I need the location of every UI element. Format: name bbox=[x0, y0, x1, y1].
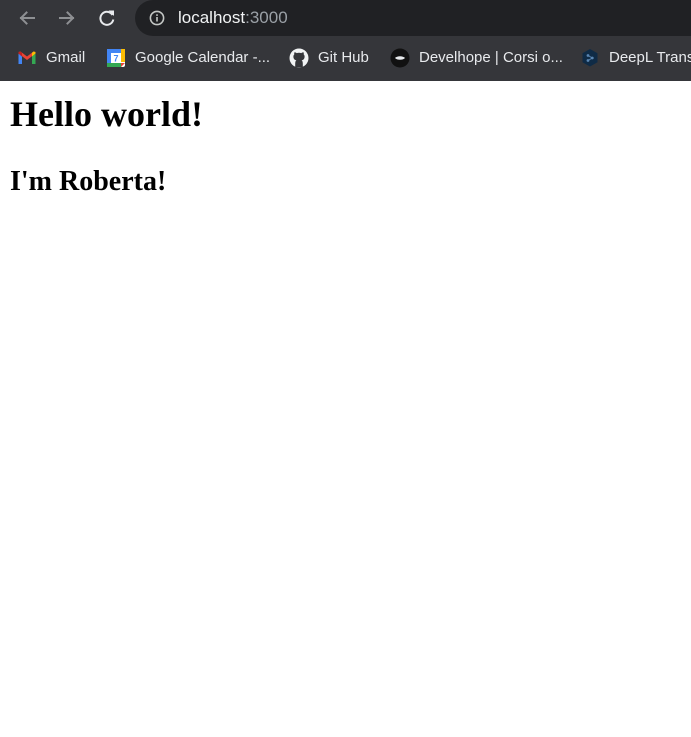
bookmark-label: DeepL Trans bbox=[609, 49, 691, 66]
develhope-icon bbox=[390, 48, 410, 68]
bookmarks-bar: Gmail 7 Google Calendar -... Git Hub Dev… bbox=[0, 36, 691, 81]
bookmark-deepl[interactable]: DeepL Trans bbox=[580, 47, 691, 69]
browser-chrome: localhost:3000 Gmail 7 Google Calendar -… bbox=[0, 0, 691, 81]
bookmark-github[interactable]: Git Hub bbox=[289, 47, 369, 69]
bookmark-gmail[interactable]: Gmail bbox=[17, 47, 85, 69]
reload-button[interactable] bbox=[93, 4, 121, 32]
gmail-icon bbox=[17, 48, 37, 68]
deepl-icon bbox=[580, 48, 600, 68]
bookmark-label: Develhope | Corsi o... bbox=[419, 49, 563, 66]
url-port: :3000 bbox=[245, 8, 288, 27]
page-heading-hello: Hello world! bbox=[10, 94, 203, 134]
browser-toolbar: localhost:3000 bbox=[0, 0, 691, 36]
back-button[interactable] bbox=[13, 4, 41, 32]
calendar-icon-day: 7 bbox=[113, 54, 118, 64]
page-subheading-name: I'm Roberta! bbox=[10, 166, 167, 197]
bookmark-label: Gmail bbox=[46, 49, 86, 66]
github-icon bbox=[289, 48, 309, 68]
forward-button[interactable] bbox=[53, 4, 81, 32]
forward-arrow-icon bbox=[59, 11, 75, 25]
info-icon[interactable] bbox=[149, 10, 165, 26]
bookmark-label: Git Hub bbox=[318, 49, 369, 66]
back-arrow-icon bbox=[19, 11, 35, 25]
calendar-icon: 7 bbox=[106, 48, 126, 68]
page-content: Hello world! I'm Roberta! bbox=[0, 81, 691, 737]
url-host: localhost bbox=[178, 8, 246, 27]
reload-icon bbox=[99, 10, 115, 26]
bookmark-google-calendar[interactable]: 7 Google Calendar -... bbox=[106, 47, 270, 69]
bookmark-develhope[interactable]: Develhope | Corsi o... bbox=[390, 47, 563, 69]
bookmark-label: Google Calendar -... bbox=[135, 49, 271, 66]
url-text[interactable]: localhost:3000 bbox=[178, 7, 288, 29]
address-bar[interactable]: localhost:3000 bbox=[135, 0, 691, 36]
